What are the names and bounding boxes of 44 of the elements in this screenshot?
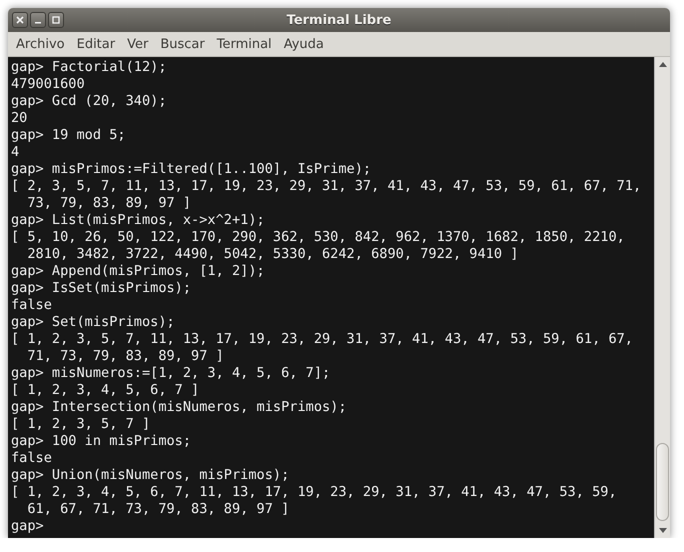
terminal-line: gap> Gcd (20, 340); bbox=[11, 93, 168, 110]
terminal-line: [ 1, 2, 3, 4, 5, 6, 7, 11, 13, 17, 19, 23, 29, 31, 37, 41, 43, 47, 53, 59, bbox=[11, 484, 618, 501]
terminal-line: 61, 67, 71, 73, 79, 83, 89, 97 ] bbox=[26, 501, 290, 518]
terminal-line: gap> Append(misPrimos, [1, 2]); bbox=[11, 263, 266, 280]
terminal-line: [ 5, 10, 26, 50, 122, 170, 290, 362, 530, 842, 962, 1370, 1682, 1850, 2210, bbox=[11, 229, 626, 246]
menu-item[interactable]: Terminal bbox=[212, 36, 276, 52]
scroll-down-icon[interactable] bbox=[658, 528, 666, 533]
terminal-line: [ 2, 3, 5, 7, 11, 13, 17, 19, 23, 29, 31, 37, 41, 43, 47, 53, 59, 61, 67, 71, bbox=[11, 178, 642, 195]
terminal-line: gap> IsSet(misPrimos); bbox=[11, 280, 192, 297]
terminal-line: 73, 79, 83, 89, 97 ] bbox=[26, 195, 192, 212]
terminal-line: gap> 19 mod 5; bbox=[11, 127, 127, 144]
terminal-line: gap> bbox=[11, 518, 45, 535]
terminal-line: 71, 73, 79, 83, 89, 97 ] bbox=[26, 348, 225, 365]
terminal-line: gap> Factorial(12); bbox=[11, 59, 168, 76]
maximize-icon bbox=[52, 16, 60, 24]
terminal-line: 2810, 3482, 3722, 4490, 5042, 5330, 6242, 6890, 7922, 9410 ] bbox=[26, 246, 520, 263]
terminal-line: gap> misPrimos:=Filtered([1..100], IsPrime); bbox=[11, 161, 372, 178]
menu-item[interactable]: Buscar bbox=[156, 36, 209, 52]
close-button[interactable] bbox=[12, 12, 28, 28]
terminal-line: 20 bbox=[11, 110, 28, 127]
terminal-line: gap> 100 in misPrimos; bbox=[11, 433, 192, 450]
terminal-line: gap> misNumeros:=[1, 2, 3, 4, 5, 6, 7]; bbox=[11, 365, 332, 382]
scroll-thumb[interactable] bbox=[656, 443, 669, 521]
menu-item[interactable]: Archivo bbox=[12, 36, 69, 52]
terminal-line: false bbox=[11, 450, 53, 467]
terminal-line: [ 1, 2, 3, 5, 7 ] bbox=[11, 416, 152, 433]
menu-item[interactable]: Ver bbox=[123, 36, 152, 52]
terminal-line: gap> Union(misNumeros, misPrimos); bbox=[11, 467, 290, 484]
terminal-line: 4 bbox=[11, 144, 20, 161]
window-title: Terminal Libre bbox=[286, 12, 392, 28]
maximize-button[interactable] bbox=[48, 12, 64, 28]
terminal-line: gap> List(misPrimos, x->x^2+1); bbox=[11, 212, 266, 229]
terminal-line: [ 1, 2, 3, 5, 7, 11, 13, 17, 19, 23, 29, 31, 37, 41, 43, 47, 53, 59, 61, 67, bbox=[11, 331, 634, 348]
menu-item[interactable]: Ayuda bbox=[280, 36, 328, 52]
terminal-line: gap> Set(misPrimos); bbox=[11, 314, 176, 331]
terminal-line: false bbox=[11, 297, 53, 314]
menu-item[interactable]: Editar bbox=[72, 36, 120, 52]
close-icon bbox=[16, 16, 24, 24]
minimize-button[interactable] bbox=[30, 12, 46, 28]
scrollbar[interactable] bbox=[654, 57, 670, 538]
terminal-line: [ 1, 2, 3, 4, 5, 6, 7 ] bbox=[11, 382, 200, 399]
scroll-up-icon[interactable] bbox=[658, 62, 666, 67]
terminal-line: 479001600 bbox=[11, 76, 86, 93]
terminal-line: gap> Intersection(misNumeros, misPrimos); bbox=[11, 399, 348, 416]
